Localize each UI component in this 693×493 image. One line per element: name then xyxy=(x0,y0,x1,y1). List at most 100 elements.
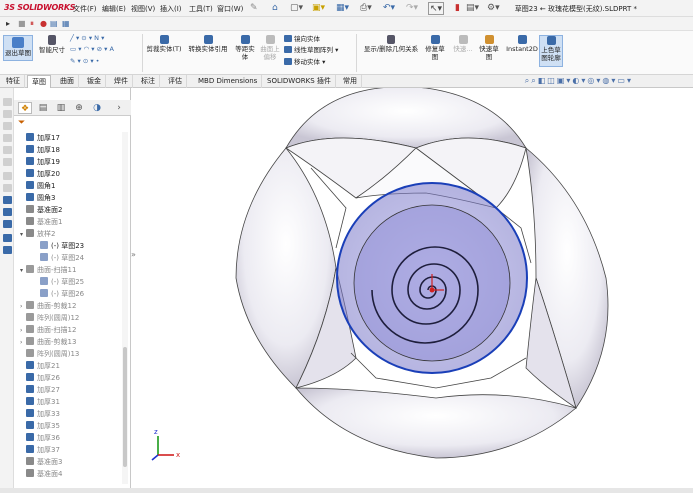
solidworks-logo[interactable]: 3S SOLIDWORKS xyxy=(4,3,76,12)
rebuild-icon[interactable]: ▮ xyxy=(455,2,460,15)
tab-mbd-dimensions[interactable]: MBD Dimensions xyxy=(194,75,263,88)
point-tool-icon[interactable]: ✎ ▾ ⊙ ▾ • xyxy=(70,57,100,66)
tree-item[interactable]: (-) 草图25 xyxy=(34,276,84,288)
offset-entities-button[interactable]: 等距实体 xyxy=(233,35,257,61)
side-tool-icon-5[interactable] xyxy=(3,146,12,154)
file-properties-icon[interactable]: ▤▾ xyxy=(466,2,479,15)
tree-item[interactable]: 基准面4 xyxy=(20,468,62,480)
filter-icon[interactable]: ⏷ xyxy=(18,118,25,128)
heads-up-view-toolbar[interactable]: ⌕⌕◧◫▣▾◐▾◎▾◍▾▭▾ xyxy=(525,76,633,86)
select-icon[interactable]: ↖▾ xyxy=(428,2,445,15)
configuration-manager-tab-icon[interactable]: ▥ xyxy=(54,102,68,114)
pause-icon[interactable]: ⏸ xyxy=(30,19,34,29)
menu-edit[interactable]: 编辑(E) xyxy=(102,4,126,14)
redo-icon[interactable]: ↷▾ xyxy=(406,2,418,15)
tree-item[interactable]: 加厚33 xyxy=(20,408,60,420)
tree-item[interactable]: 加厚17 xyxy=(20,132,60,144)
play-icon[interactable]: ▸ xyxy=(6,19,10,29)
macro-edit-icon[interactable]: ▦ xyxy=(62,19,70,29)
tree-item[interactable]: 加厚20 xyxy=(20,168,60,180)
mirror-entities-button[interactable]: 镜向实体 xyxy=(284,35,320,44)
tree-item[interactable]: 阵列(圆周)13 xyxy=(20,348,79,360)
side-tool-icon-7[interactable] xyxy=(3,172,12,180)
more-tabs-icon[interactable]: › xyxy=(112,102,126,114)
tree-item[interactable]: › 曲面-剪裁12 xyxy=(20,300,76,312)
open-icon[interactable]: ▣▾ xyxy=(312,2,325,15)
tab-features[interactable]: 特征 xyxy=(2,75,25,88)
tab-solidworks-addins[interactable]: SOLIDWORKS 插件 xyxy=(263,75,336,88)
side-tool-icon-6[interactable] xyxy=(3,158,12,166)
tree-item[interactable]: ▾ 放样2 xyxy=(20,228,55,240)
rapid-sketch-button[interactable]: 快速草图 xyxy=(478,35,500,61)
side-tool-icon-9[interactable] xyxy=(3,196,12,204)
side-tool-icon-2[interactable] xyxy=(3,110,12,118)
instant2d-button[interactable]: Instant2D xyxy=(505,35,539,53)
dimxpert-tab-icon[interactable]: ⊕ xyxy=(72,102,86,114)
display-relations-button[interactable]: 显示/删除几何关系 xyxy=(360,35,422,53)
tree-item[interactable]: 阵列(圆周)12 xyxy=(20,312,79,324)
offset-on-surface-button[interactable]: 曲面上偏移 xyxy=(258,35,282,61)
trim-entities-button[interactable]: 剪裁实体(T) xyxy=(146,35,182,53)
tree-scrollbar[interactable] xyxy=(122,132,128,484)
menu-file[interactable]: 文件(F) xyxy=(73,4,97,14)
pin-icon[interactable]: ✎ xyxy=(250,2,258,15)
side-tool-icon-3[interactable] xyxy=(3,122,12,130)
tab-weldments[interactable]: 焊件 xyxy=(110,75,133,88)
line-tool-icon[interactable]: ╱ ▾ ⊙ ▾ N ▾ xyxy=(70,34,104,43)
scrollbar-thumb[interactable] xyxy=(123,347,127,467)
tree-item[interactable]: 加厚31 xyxy=(20,396,60,408)
convert-entities-button[interactable]: 转换实体引用 xyxy=(186,35,230,53)
tree-item[interactable]: 加厚36 xyxy=(20,432,60,444)
tree-item[interactable]: 圆角1 xyxy=(20,180,55,192)
tree-item[interactable]: 圆角3 xyxy=(20,192,55,204)
menu-tools[interactable]: 工具(T) xyxy=(189,4,213,14)
feature-manager-tab-icon[interactable]: ❖ xyxy=(18,102,32,114)
tab-common[interactable]: 常用 xyxy=(339,75,362,88)
rectangle-tool-icon[interactable]: ▭ ▾ ◠ ▾ ⊘ ▾ A xyxy=(70,45,114,54)
tree-item[interactable]: 加厚26 xyxy=(20,372,60,384)
stop-icon[interactable]: ■ xyxy=(18,19,26,29)
tree-item[interactable]: (-) 草图24 xyxy=(34,252,84,264)
tree-item[interactable]: 加厚37 xyxy=(20,444,60,456)
side-tool-icon-8[interactable] xyxy=(3,184,12,192)
graphics-area[interactable]: z x xyxy=(136,88,693,488)
repair-sketch-button[interactable]: 修复草图 xyxy=(424,35,446,61)
tab-markup[interactable]: 标注 xyxy=(137,75,160,88)
tree-item[interactable]: 加厚18 xyxy=(20,144,60,156)
tree-item[interactable]: › 曲面-剪裁13 xyxy=(20,336,76,348)
home-icon[interactable]: ⌂ xyxy=(272,2,278,15)
move-entities-button[interactable]: 移动实体 ▾ xyxy=(284,58,325,67)
macro-icon[interactable]: ▤ xyxy=(50,19,58,29)
tree-item[interactable]: 加厚21 xyxy=(20,360,60,372)
tab-sketch[interactable]: 草图 xyxy=(27,75,51,88)
record-icon[interactable]: ● xyxy=(40,19,47,29)
save-icon[interactable]: ▦▾ xyxy=(336,2,349,15)
side-tool-icon-13[interactable] xyxy=(3,246,12,254)
model-view[interactable]: z x xyxy=(136,88,693,488)
side-tool-icon-4[interactable] xyxy=(3,134,12,142)
tree-item[interactable]: ▾ 曲面-扫描11 xyxy=(20,264,76,276)
quick-snaps-button[interactable]: 快速... xyxy=(452,35,474,53)
shaded-sketch-contours-button[interactable]: 上色草图轮廓 xyxy=(539,35,563,67)
tree-item[interactable]: 基准面2 xyxy=(20,204,62,216)
smart-dimension-button[interactable]: 智能尺寸 xyxy=(36,35,68,54)
options-icon[interactable]: ⚙▾ xyxy=(487,2,500,15)
side-tool-icon-12[interactable] xyxy=(3,234,12,242)
tab-evaluate[interactable]: 评估 xyxy=(164,75,187,88)
tree-item[interactable]: (-) 草图23 xyxy=(34,240,84,252)
tree-item[interactable]: 加厚27 xyxy=(20,384,60,396)
side-tool-icon-10[interactable] xyxy=(3,208,12,216)
tree-item[interactable]: 基准面1 xyxy=(20,216,62,228)
tree-item[interactable]: 加厚19 xyxy=(20,156,60,168)
exit-sketch-button[interactable]: 退出草图 xyxy=(3,35,33,61)
new-icon[interactable]: ▢▾ xyxy=(290,2,303,15)
tree-item[interactable]: (-) 草图26 xyxy=(34,288,84,300)
undo-icon[interactable]: ↶▾ xyxy=(383,2,395,15)
menu-insert[interactable]: 插入(I) xyxy=(160,4,182,14)
tree-item[interactable]: 基准面3 xyxy=(20,456,62,468)
side-tool-icon-11[interactable] xyxy=(3,220,12,228)
tree-item[interactable]: › 曲面-扫描12 xyxy=(20,324,76,336)
print-icon[interactable]: ⎙▾ xyxy=(360,2,372,15)
tab-sheet-metal[interactable]: 钣金 xyxy=(83,75,106,88)
linear-pattern-button[interactable]: 线性草图阵列 ▾ xyxy=(284,46,338,55)
